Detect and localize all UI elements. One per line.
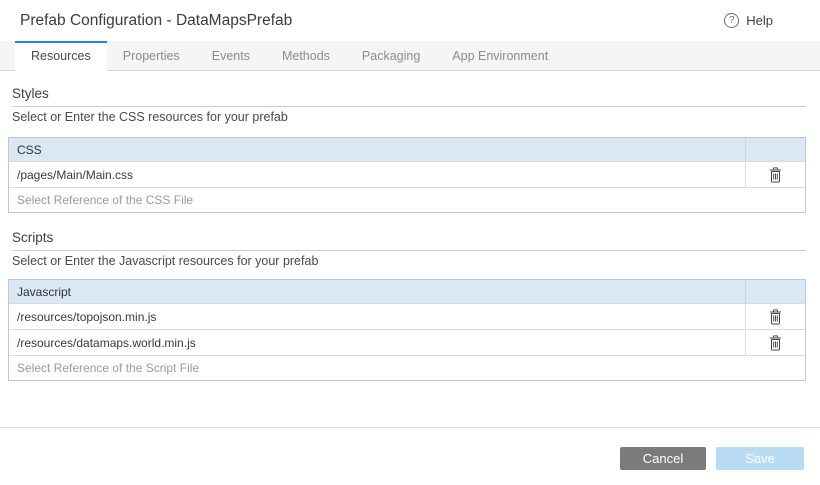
script-resource-path: /resources/datamaps.world.min.js xyxy=(9,330,745,355)
script-resource-path: /resources/topojson.min.js xyxy=(9,304,745,329)
script-table-header-row: Javascript xyxy=(9,280,805,303)
css-input-row xyxy=(9,187,805,212)
css-resource-path: /pages/Main/Main.css xyxy=(9,162,745,187)
delete-css-resource-button[interactable] xyxy=(745,162,805,187)
css-table-header-row: CSS xyxy=(9,138,805,161)
tab-methods[interactable]: Methods xyxy=(266,41,346,71)
help-question-icon: ? xyxy=(724,13,739,28)
footer-divider xyxy=(0,427,820,428)
cancel-button[interactable]: Cancel xyxy=(620,447,706,470)
script-input-row xyxy=(9,355,805,380)
css-action-column-header xyxy=(745,138,805,161)
trash-icon xyxy=(769,335,782,351)
scripts-section-heading: Scripts xyxy=(12,230,806,251)
tab-resources[interactable]: Resources xyxy=(15,41,107,73)
tab-events[interactable]: Events xyxy=(196,41,266,71)
dialog-header: Prefab Configuration - DataMapsPrefab ? … xyxy=(0,0,820,41)
tab-app-environment[interactable]: App Environment xyxy=(436,41,564,71)
trash-icon xyxy=(769,167,782,183)
styles-section-heading: Styles xyxy=(12,86,806,107)
script-action-column-header xyxy=(745,280,805,303)
help-label: Help xyxy=(746,13,773,28)
styles-section-description: Select or Enter the CSS resources for yo… xyxy=(12,110,288,124)
javascript-column-header: Javascript xyxy=(9,285,745,299)
trash-icon xyxy=(769,309,782,325)
tab-properties[interactable]: Properties xyxy=(107,41,196,71)
table-row: /resources/datamaps.world.min.js xyxy=(9,329,805,355)
css-resources-table: CSS /pages/Main/Main.css xyxy=(8,137,806,213)
delete-script-resource-button[interactable] xyxy=(745,330,805,355)
css-reference-input[interactable] xyxy=(9,188,805,212)
table-row: /resources/topojson.min.js xyxy=(9,303,805,329)
save-button[interactable]: Save xyxy=(716,447,804,470)
page-title: Prefab Configuration - DataMapsPrefab xyxy=(20,0,292,41)
tab-packaging[interactable]: Packaging xyxy=(346,41,436,71)
tab-bar: Resources Properties Events Methods Pack… xyxy=(0,41,820,71)
table-row: /pages/Main/Main.css xyxy=(9,161,805,187)
script-resources-table: Javascript /resources/topojson.min.js /r… xyxy=(8,279,806,381)
delete-script-resource-button[interactable] xyxy=(745,304,805,329)
scripts-section-description: Select or Enter the Javascript resources… xyxy=(12,254,318,268)
script-reference-input[interactable] xyxy=(9,356,805,380)
css-column-header: CSS xyxy=(9,143,745,157)
help-button[interactable]: ? Help xyxy=(724,0,773,41)
